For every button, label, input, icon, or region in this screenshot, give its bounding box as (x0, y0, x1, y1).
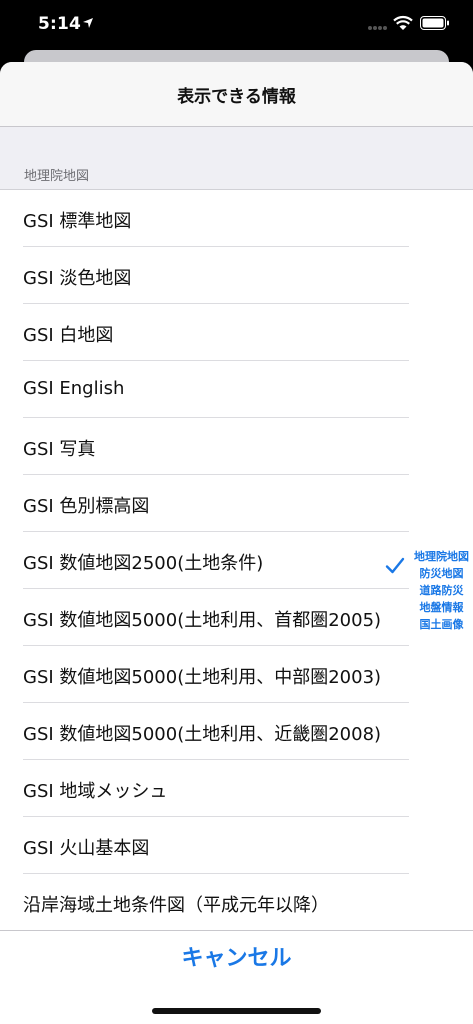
list-item[interactable]: GSI 数値地図5000(土地利用、近畿圏2008) (0, 703, 473, 760)
list-item-label: GSI 数値地図5000(土地利用、首都圏2005) (23, 610, 382, 631)
list-item-label: GSI 写真 (23, 439, 96, 460)
list-item-label: GSI English (23, 378, 125, 399)
section-index: 地理院地図 防災地図 道路防災 地盤情報 国土画像 (410, 548, 473, 633)
sheet-title: 表示できる情報 (177, 87, 296, 107)
list-item-label: GSI 地域メッシュ (23, 781, 168, 802)
list-item-label: GSI 数値地図5000(土地利用、中部圏2003) (23, 667, 382, 688)
list-item[interactable]: 沿岸海域土地条件図（平成元年以降） (0, 874, 473, 931)
list-item[interactable]: GSI 火山基本図 (0, 817, 473, 874)
list-item-label: GSI 標準地図 (23, 211, 132, 232)
list-item[interactable]: GSI 地域メッシュ (0, 760, 473, 817)
list-item-label: 沿岸海域土地条件図（平成元年以降） (23, 895, 329, 916)
cancel-button[interactable]: キャンセル (0, 931, 473, 987)
index-item[interactable]: 道路防災 (410, 582, 473, 599)
status-time: 5:14 (38, 14, 82, 34)
list-item-label: GSI 火山基本図 (23, 838, 150, 859)
list-item[interactable]: GSI 数値地図5000(土地利用、首都圏2005) (0, 589, 473, 646)
cellular-signal-icon (368, 26, 387, 30)
index-item[interactable]: 地理院地図 (410, 548, 473, 565)
location-arrow-icon (83, 18, 93, 28)
list-item[interactable]: GSI 標準地図 (0, 190, 473, 247)
list-item-label: GSI 数値地図2500(土地条件) (23, 553, 264, 574)
list-item-selected[interactable]: GSI 色別標高図 (0, 475, 473, 532)
list-item-label: GSI 数値地図5000(土地利用、近畿圏2008) (23, 724, 382, 745)
home-indicator (152, 1008, 321, 1014)
checkmark-icon (385, 557, 405, 574)
list-item[interactable]: GSI 白地図 (0, 304, 473, 361)
list-item[interactable]: GSI 淡色地図 (0, 247, 473, 304)
index-item[interactable]: 国土画像 (410, 616, 473, 633)
battery-icon (420, 16, 449, 30)
section-header-label: 地理院地図 (24, 169, 90, 184)
list-item[interactable]: GSI 写真 (0, 418, 473, 475)
list-item-label: GSI 色別標高図 (23, 496, 150, 517)
list-item[interactable]: GSI 数値地図5000(土地利用、中部圏2003) (0, 646, 473, 703)
list-item-label: GSI 白地図 (23, 325, 114, 346)
list-item-label: GSI 淡色地図 (23, 268, 132, 289)
sheet-header: 表示できる情報 (0, 62, 473, 127)
index-item[interactable]: 防災地図 (410, 565, 473, 582)
status-bar: 5:14 (0, 0, 473, 50)
index-item[interactable]: 地盤情報 (410, 599, 473, 616)
list-item[interactable]: GSI English (0, 361, 473, 418)
wifi-icon (393, 15, 413, 30)
action-sheet: 表示できる情報 地理院地図 GSI 標準地図 GSI 淡色地図 GSI 白地図 … (0, 62, 473, 1024)
